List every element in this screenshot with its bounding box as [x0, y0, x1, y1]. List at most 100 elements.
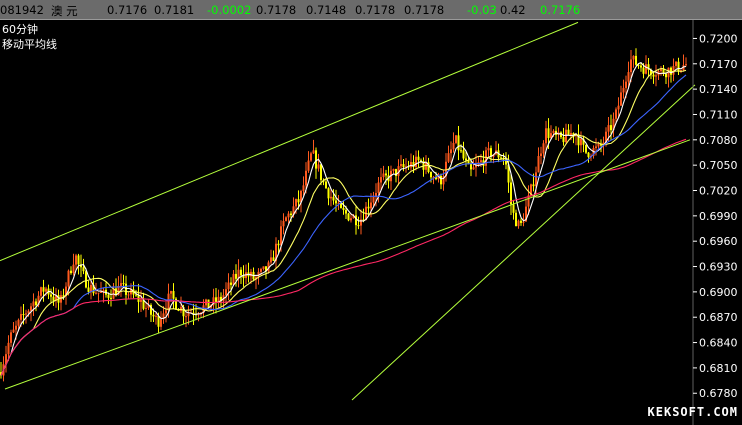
candle-body [100, 291, 102, 293]
candle-body [172, 291, 175, 299]
candles-layer [0, 48, 687, 382]
candle-body [447, 153, 450, 162]
candle-body [625, 81, 627, 88]
candle-body [35, 301, 37, 306]
price-tick-label: 0.7170 [699, 58, 738, 71]
candle-body [95, 292, 97, 294]
candle-body [455, 135, 457, 143]
candle-body [542, 143, 545, 154]
candle-body [415, 156, 417, 167]
candle-body [537, 156, 540, 173]
candle-body [110, 297, 112, 299]
candle-body [332, 196, 335, 201]
candle-body [370, 202, 372, 209]
candle-body [22, 314, 25, 316]
candle-body [325, 181, 327, 189]
candle-body [450, 149, 452, 154]
candle-body [485, 150, 487, 166]
change-percent: -0.03 [467, 3, 497, 17]
candle-body [655, 75, 657, 77]
candle-body [335, 200, 337, 204]
candle-body [465, 158, 467, 161]
candle-body [640, 65, 642, 68]
candle-body [382, 173, 385, 178]
candle-body [607, 125, 610, 132]
candle-body [235, 273, 237, 279]
candle-body [12, 329, 15, 333]
candle-body [410, 161, 412, 168]
candle-body [545, 128, 547, 144]
candle-body [642, 67, 645, 74]
candle-body [580, 138, 582, 146]
candle-body [380, 177, 382, 183]
moving-average-ma20 [0, 74, 687, 376]
ask-price: 0.7178 [404, 3, 445, 17]
candle-body [547, 128, 550, 138]
open-price: 0.7176 [107, 3, 148, 17]
candle-body [125, 283, 127, 295]
candle-body [430, 171, 432, 178]
candle-body [357, 225, 360, 227]
candle-body [272, 257, 275, 261]
candle-body [617, 105, 620, 110]
candle-body [230, 282, 232, 285]
candlestick-chart[interactable]: 0.7200 0.7170 0.7140 0.7110 0.7080 0.7050 0.70… [0, 20, 742, 425]
candle-body [157, 315, 160, 327]
candle-body [285, 217, 287, 221]
candle-body [260, 269, 262, 272]
candle-body [52, 296, 55, 301]
price-tick-label: 0.6930 [699, 261, 738, 274]
candle-body [25, 313, 27, 315]
candle-body [440, 175, 442, 185]
candle-body [615, 109, 617, 119]
candle-body [645, 64, 647, 74]
indicator-label: 60分钟 移动平均线 [2, 22, 57, 52]
price-axis: 0.7200 0.7170 0.7140 0.7110 0.7080 0.7050 0.70… [693, 32, 738, 400]
candle-body [500, 157, 502, 159]
price-tick-label: 0.6870 [699, 311, 738, 324]
candle-body [312, 150, 315, 154]
candle-body [630, 59, 632, 73]
watermark-text: KEKSOFT.COM [647, 405, 738, 419]
candle-body [10, 332, 12, 343]
candle-body [227, 282, 230, 290]
volume-value: 0.42 [500, 3, 526, 17]
candle-body [280, 226, 282, 246]
indicator-name: 移动平均线 [2, 38, 57, 51]
candle-body [50, 294, 52, 297]
candle-body [135, 294, 137, 296]
candle-body [417, 156, 420, 161]
candle-body [207, 299, 210, 308]
price-tick-label: 0.6960 [699, 235, 738, 248]
candle-body [452, 142, 455, 150]
candle-body [347, 213, 350, 221]
price-tick-label: 0.7200 [699, 32, 738, 45]
candle-body [17, 319, 20, 326]
candle-body [672, 65, 675, 75]
candle-body [240, 269, 242, 276]
candle-body [185, 316, 187, 318]
price-tick-label: 0.6780 [699, 387, 738, 400]
moving-average-ma60 [0, 138, 687, 376]
candle-body [402, 164, 405, 168]
trendline-channel-lower [4, 139, 691, 390]
bid-price: 0.7178 [355, 3, 396, 17]
candle-body [15, 325, 17, 330]
candle-body [67, 270, 70, 287]
price-tick-label: 0.7080 [699, 134, 738, 147]
price-tick-label: 0.6810 [699, 362, 738, 375]
candle-body [350, 218, 352, 221]
candle-body [167, 293, 170, 311]
price-tick-label: 0.7020 [699, 185, 738, 198]
candle-body [532, 184, 535, 187]
candle-body [565, 129, 567, 143]
candle-body [515, 212, 517, 227]
candle-body [97, 292, 100, 294]
candle-body [597, 143, 600, 147]
moving-average-ma5 [0, 61, 687, 376]
candle-body [72, 264, 75, 274]
security-code: 081942 [0, 3, 44, 17]
candle-body [85, 271, 87, 288]
candle-body [82, 267, 85, 272]
candle-body [522, 221, 525, 223]
